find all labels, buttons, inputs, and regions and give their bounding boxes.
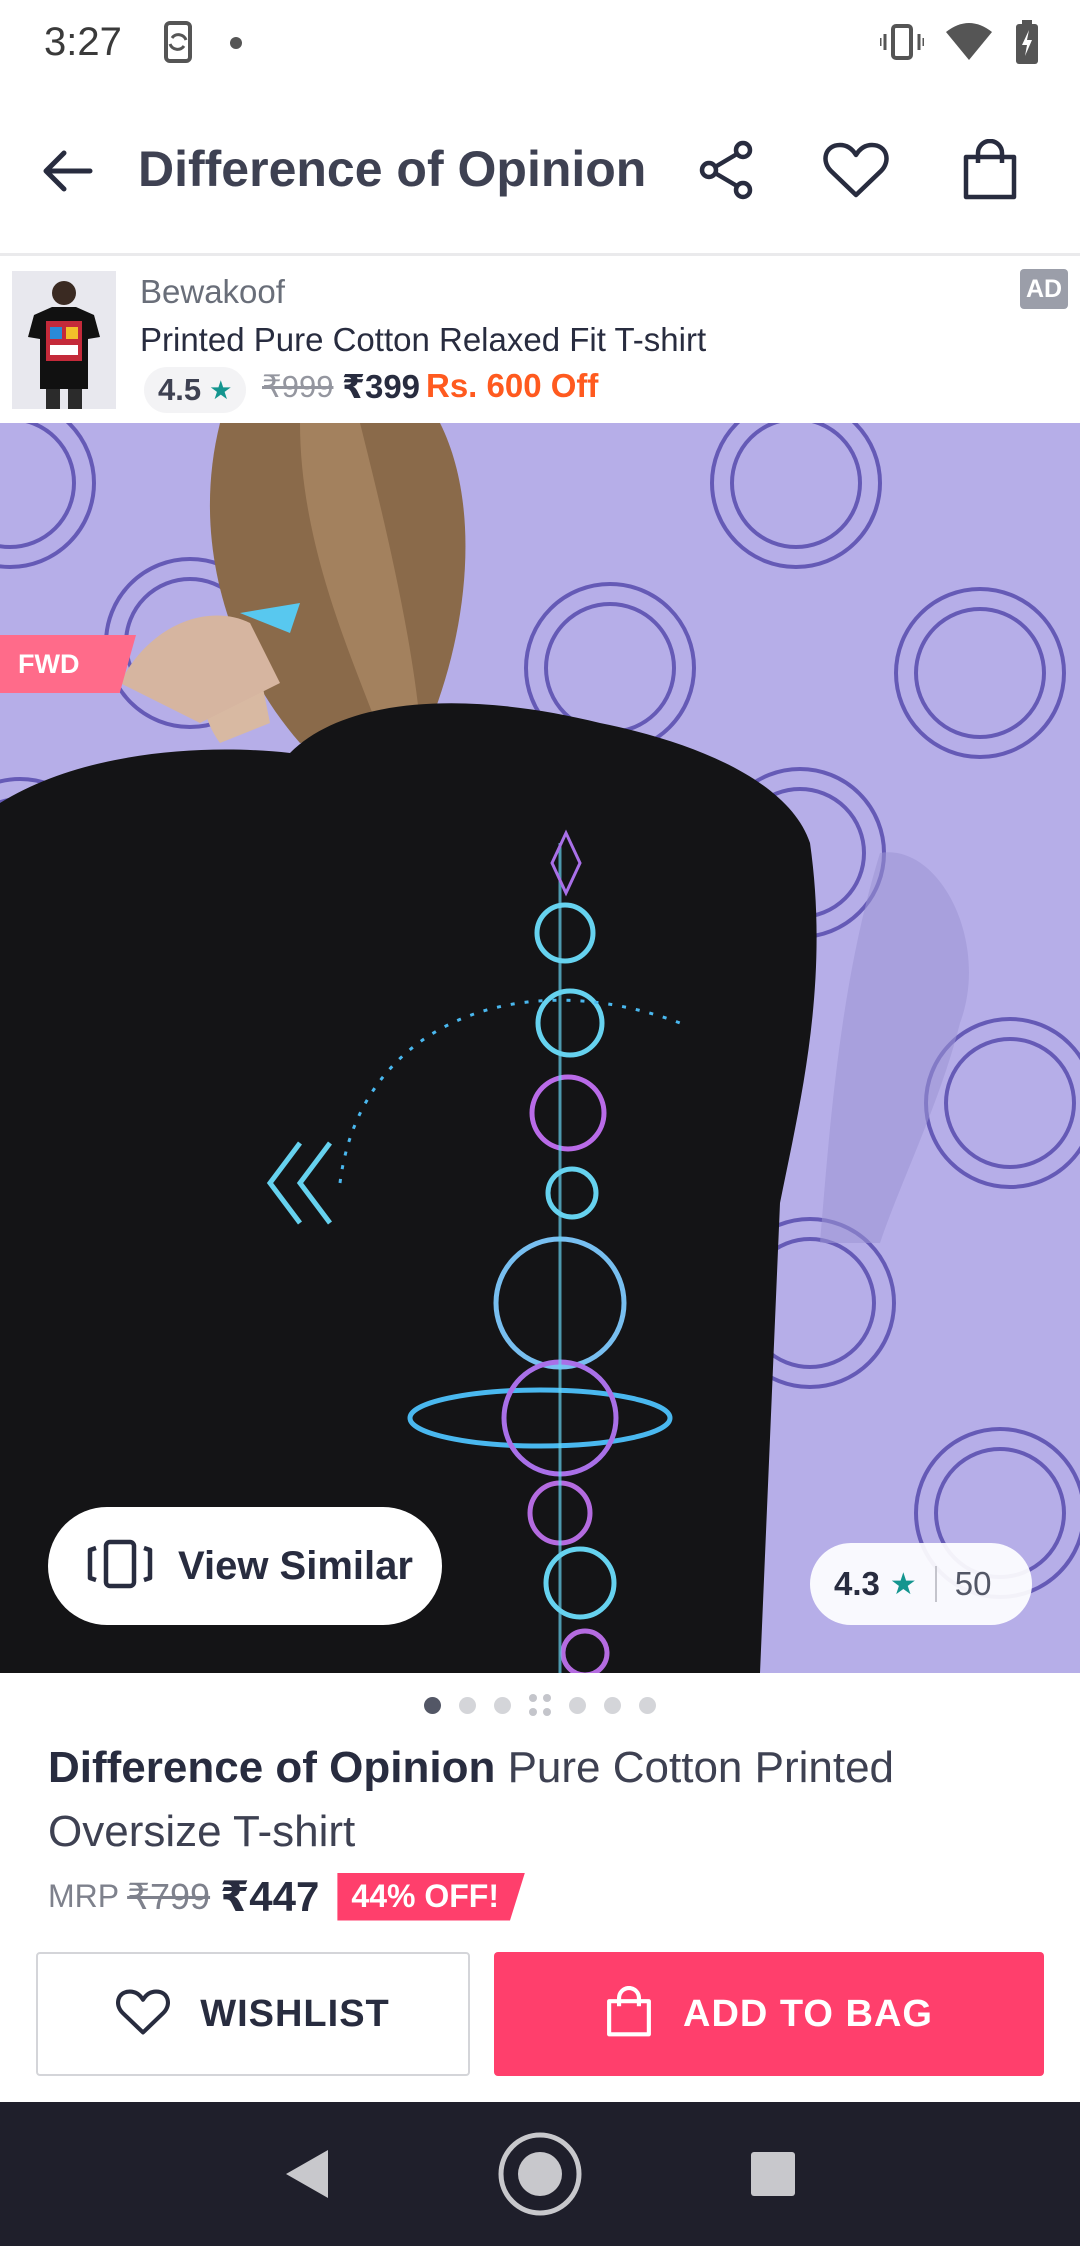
carousel-dot[interactable] <box>494 1696 511 1714</box>
video-dot-icon[interactable] <box>529 1694 551 1716</box>
status-icons <box>878 20 1040 69</box>
notification-dot-icon <box>230 36 242 54</box>
carousel-dot[interactable] <box>424 1696 441 1714</box>
wishlist-icon-button[interactable] <box>818 132 894 208</box>
ad-badge: AD <box>1020 269 1068 309</box>
ad-product-thumbnail <box>12 271 116 409</box>
sponsored-product-banner[interactable]: Bewakoof Printed Pure Cotton Relaxed Fit… <box>0 259 1080 423</box>
view-similar-label: View Similar <box>178 1543 413 1588</box>
ad-discount: Rs. 600 Off <box>426 367 599 404</box>
nav-home-button[interactable] <box>495 2129 585 2219</box>
star-icon: ★ <box>209 374 233 405</box>
back-button[interactable] <box>34 138 100 204</box>
add-to-bag-label: ADD TO BAG <box>683 1992 933 2035</box>
fwd-badge: FWD <box>0 635 136 693</box>
product-photo <box>0 423 1080 1673</box>
screen-rotation-icon <box>160 20 196 69</box>
price-row: MRP ₹799 ₹447 44% OFF! <box>48 1872 525 1921</box>
product-image-carousel[interactable]: FWD View Similar 4.3 ★ 50 <box>0 423 1080 1673</box>
carousel-dot[interactable] <box>604 1696 621 1714</box>
mrp-label: MRP <box>48 1878 120 1914</box>
nav-recents-icon <box>751 2152 796 2196</box>
shopping-bag-icon <box>605 1985 653 2043</box>
wifi-icon <box>946 22 992 67</box>
page-title: Difference of Opinion <box>138 141 647 197</box>
rating-count: 50 <box>954 1565 992 1602</box>
ad-mrp: ₹999 <box>262 369 334 404</box>
product-brand: Difference of Opinion <box>48 1743 496 1792</box>
nav-recents-button[interactable] <box>728 2129 818 2219</box>
rating-divider <box>934 1566 937 1602</box>
nav-home-icon <box>498 2132 582 2216</box>
heart-icon <box>116 1988 171 2041</box>
view-similar-button[interactable]: View Similar <box>48 1507 442 1625</box>
carousel-dot[interactable] <box>569 1696 586 1714</box>
app-bar: Difference of Opinion <box>0 88 1080 256</box>
system-navigation-bar <box>0 2102 1080 2246</box>
ad-rating-chip: 4.5 ★ <box>144 367 247 413</box>
selling-price: ₹447 <box>220 1873 320 1920</box>
nav-back-icon <box>285 2150 328 2198</box>
ad-price: ₹399 <box>342 368 421 405</box>
heart-icon <box>823 142 889 198</box>
rating-value: 4.3 <box>834 1565 880 1602</box>
nav-back-button[interactable] <box>262 2129 352 2219</box>
ad-rating-value: 4.5 <box>158 372 202 407</box>
wishlist-button[interactable]: WISHLIST <box>36 1952 470 2076</box>
back-arrow-icon <box>43 150 93 192</box>
similar-products-icon <box>84 1538 156 1595</box>
product-title: Difference of Opinion Pure Cotton Printe… <box>48 1736 1038 1864</box>
status-time: 3:27 <box>44 20 122 64</box>
wishlist-label: WISHLIST <box>200 1992 390 2035</box>
ad-product-name: Printed Pure Cotton Relaxed Fit T-shirt <box>140 321 707 358</box>
share-icon <box>699 140 753 200</box>
share-button[interactable] <box>688 132 764 208</box>
star-icon: ★ <box>889 1567 917 1601</box>
vibrate-icon <box>878 20 926 69</box>
bag-button[interactable] <box>952 132 1028 208</box>
carousel-dot[interactable] <box>459 1696 476 1714</box>
add-to-bag-button[interactable]: ADD TO BAG <box>494 1952 1044 2076</box>
carousel-indicator <box>0 1694 1080 1716</box>
rating-chip[interactable]: 4.3 ★ 50 <box>810 1543 1032 1625</box>
carousel-dot[interactable] <box>639 1696 656 1714</box>
discount-badge: 44% OFF! <box>337 1872 525 1921</box>
shopping-bag-icon <box>963 139 1017 200</box>
status-bar: 3:27 <box>0 0 1080 88</box>
battery-charging-icon <box>1014 20 1040 69</box>
mrp-value: ₹799 <box>127 1875 211 1917</box>
ad-brand: Bewakoof <box>140 273 285 310</box>
